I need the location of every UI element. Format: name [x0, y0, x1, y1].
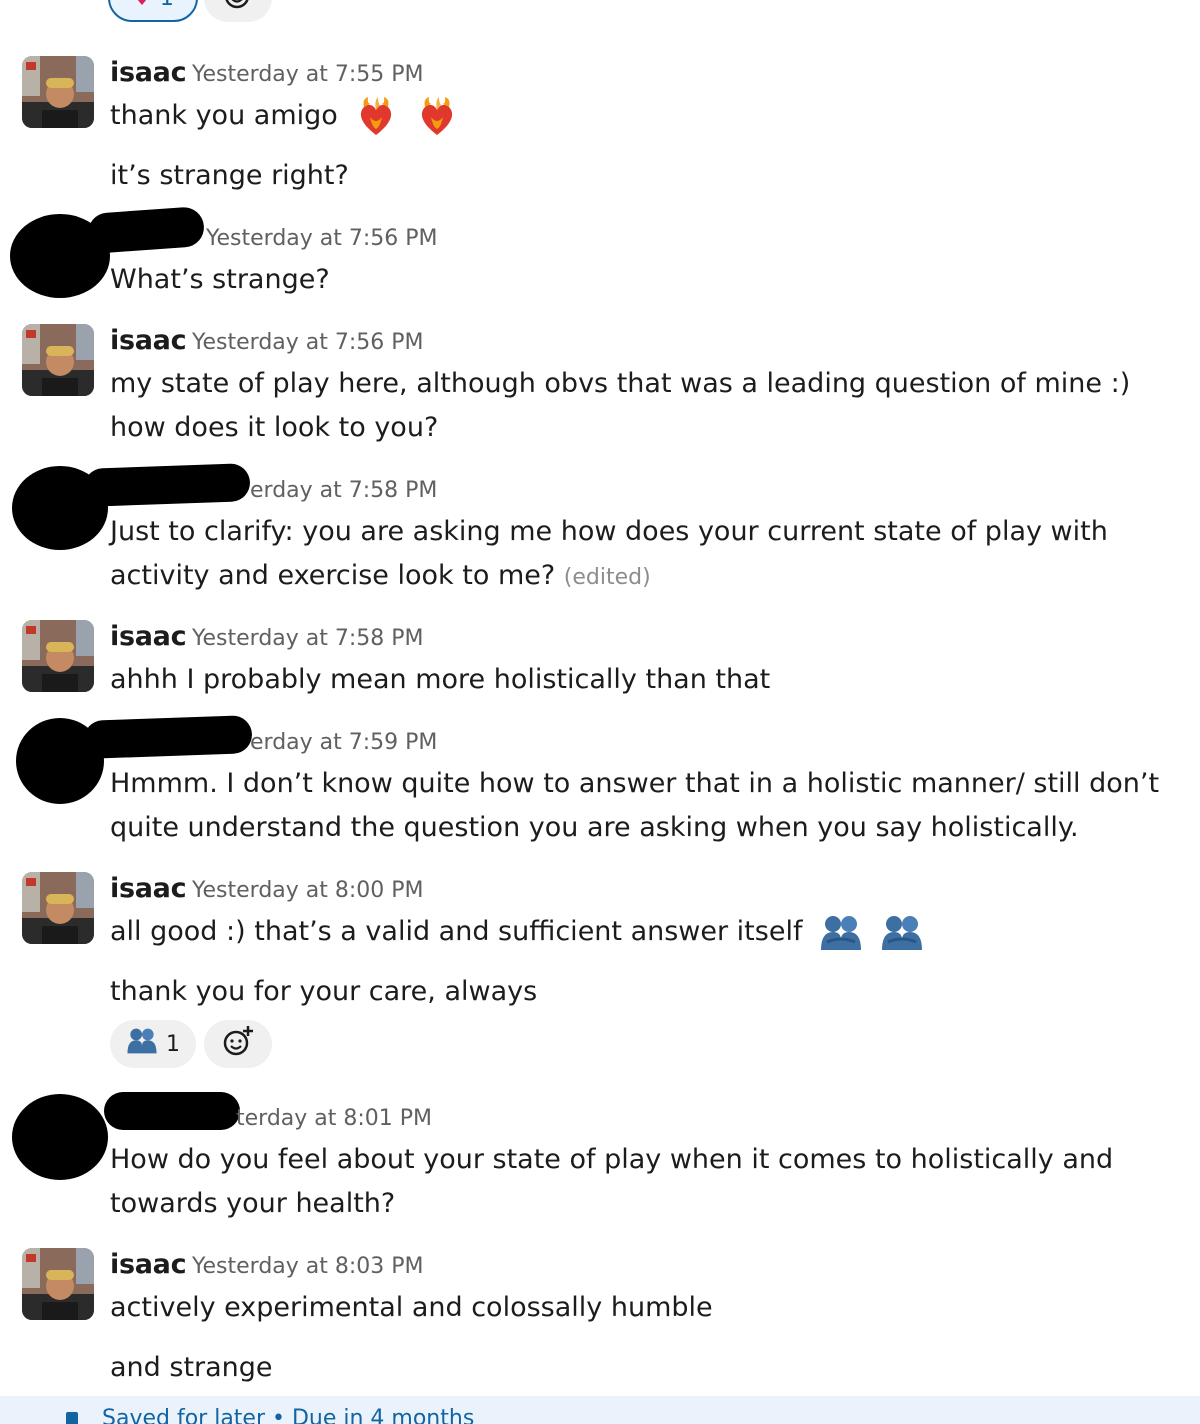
- message-text: and strange: [110, 1352, 273, 1383]
- add-reaction-icon: [221, 1024, 255, 1064]
- timestamp[interactable]: Yesterday at 7:56 PM: [192, 328, 424, 358]
- add-reaction-button[interactable]: [204, 1020, 272, 1068]
- add-reaction-button[interactable]: [204, 0, 272, 22]
- redacted-name: [86, 206, 206, 254]
- avatar-isaac[interactable]: [22, 324, 94, 396]
- timestamp[interactable]: terday at 8:01 PM: [236, 1104, 432, 1134]
- message-text: thank you for your care, always: [110, 976, 538, 1007]
- message-text: actively experimental and colossally hum…: [110, 1292, 713, 1323]
- author-name[interactable]: isaac: [110, 620, 187, 654]
- message-text: What’s strange?: [110, 264, 330, 295]
- redacted-name: [83, 715, 253, 759]
- author-name[interactable]: isaac: [110, 1248, 187, 1282]
- avatar-isaac[interactable]: [22, 872, 94, 944]
- timestamp[interactable]: Yesterday at 7:56 PM: [206, 224, 438, 254]
- message-text: all good :) that’s a valid and sufficien…: [110, 910, 1175, 954]
- reaction-count: 1: [160, 0, 174, 11]
- message-text: ahhh I probably mean more holistically t…: [110, 664, 771, 695]
- hugging-people-icon: [819, 914, 863, 952]
- reaction-heart[interactable]: ♥ 1: [108, 0, 198, 22]
- timestamp[interactable]: erday at 7:58 PM: [250, 476, 437, 506]
- timestamp[interactable]: Yesterday at 8:03 PM: [192, 1252, 424, 1282]
- redacted-name: [104, 1092, 240, 1130]
- heart-on-fire-icon: [415, 95, 459, 139]
- redacted-name: [83, 463, 251, 507]
- message-text: my state of play here, although obvs tha…: [110, 368, 1131, 443]
- edited-label: (edited): [563, 565, 651, 590]
- bookmark-icon: [66, 1412, 78, 1424]
- add-reaction-icon: [223, 0, 253, 16]
- avatar-isaac[interactable]: [22, 620, 94, 692]
- reaction-count: 1: [166, 1031, 180, 1057]
- avatar-isaac[interactable]: [22, 1248, 94, 1320]
- message-text: it’s strange right?: [110, 160, 349, 191]
- author-name[interactable]: isaac: [110, 872, 187, 906]
- timestamp[interactable]: Yesterday at 7:55 PM: [192, 60, 424, 90]
- timestamp[interactable]: erday at 7:59 PM: [250, 728, 437, 758]
- hugging-people-icon: [126, 1027, 158, 1061]
- heart-on-fire-icon: [354, 95, 398, 139]
- message-text: Just to clarify: you are asking me how d…: [110, 510, 1175, 600]
- author-name[interactable]: isaac: [110, 324, 187, 358]
- message-text: How do you feel about your state of play…: [110, 1144, 1114, 1219]
- avatar-isaac[interactable]: [22, 56, 94, 128]
- hugging-people-icon: [880, 914, 924, 952]
- message-line: thank you amigo: [110, 100, 338, 131]
- reaction-hug[interactable]: 1: [110, 1020, 196, 1068]
- message-line: all good :) that’s a valid and sufficien…: [110, 916, 803, 947]
- redacted-avatar: [12, 1094, 108, 1180]
- saved-for-later-bar[interactable]: Saved for later • Due in 4 months: [0, 1396, 1200, 1424]
- heart-icon: ♥: [132, 0, 152, 11]
- saved-for-later-text: Saved for later • Due in 4 months: [102, 1406, 475, 1424]
- author-name[interactable]: isaac: [110, 56, 187, 90]
- timestamp[interactable]: Yesterday at 7:58 PM: [192, 624, 424, 654]
- message-text: Hmmm. I don’t know quite how to answer t…: [110, 768, 1160, 843]
- message-text: thank you amigo: [110, 94, 1175, 139]
- timestamp[interactable]: Yesterday at 8:00 PM: [192, 876, 424, 906]
